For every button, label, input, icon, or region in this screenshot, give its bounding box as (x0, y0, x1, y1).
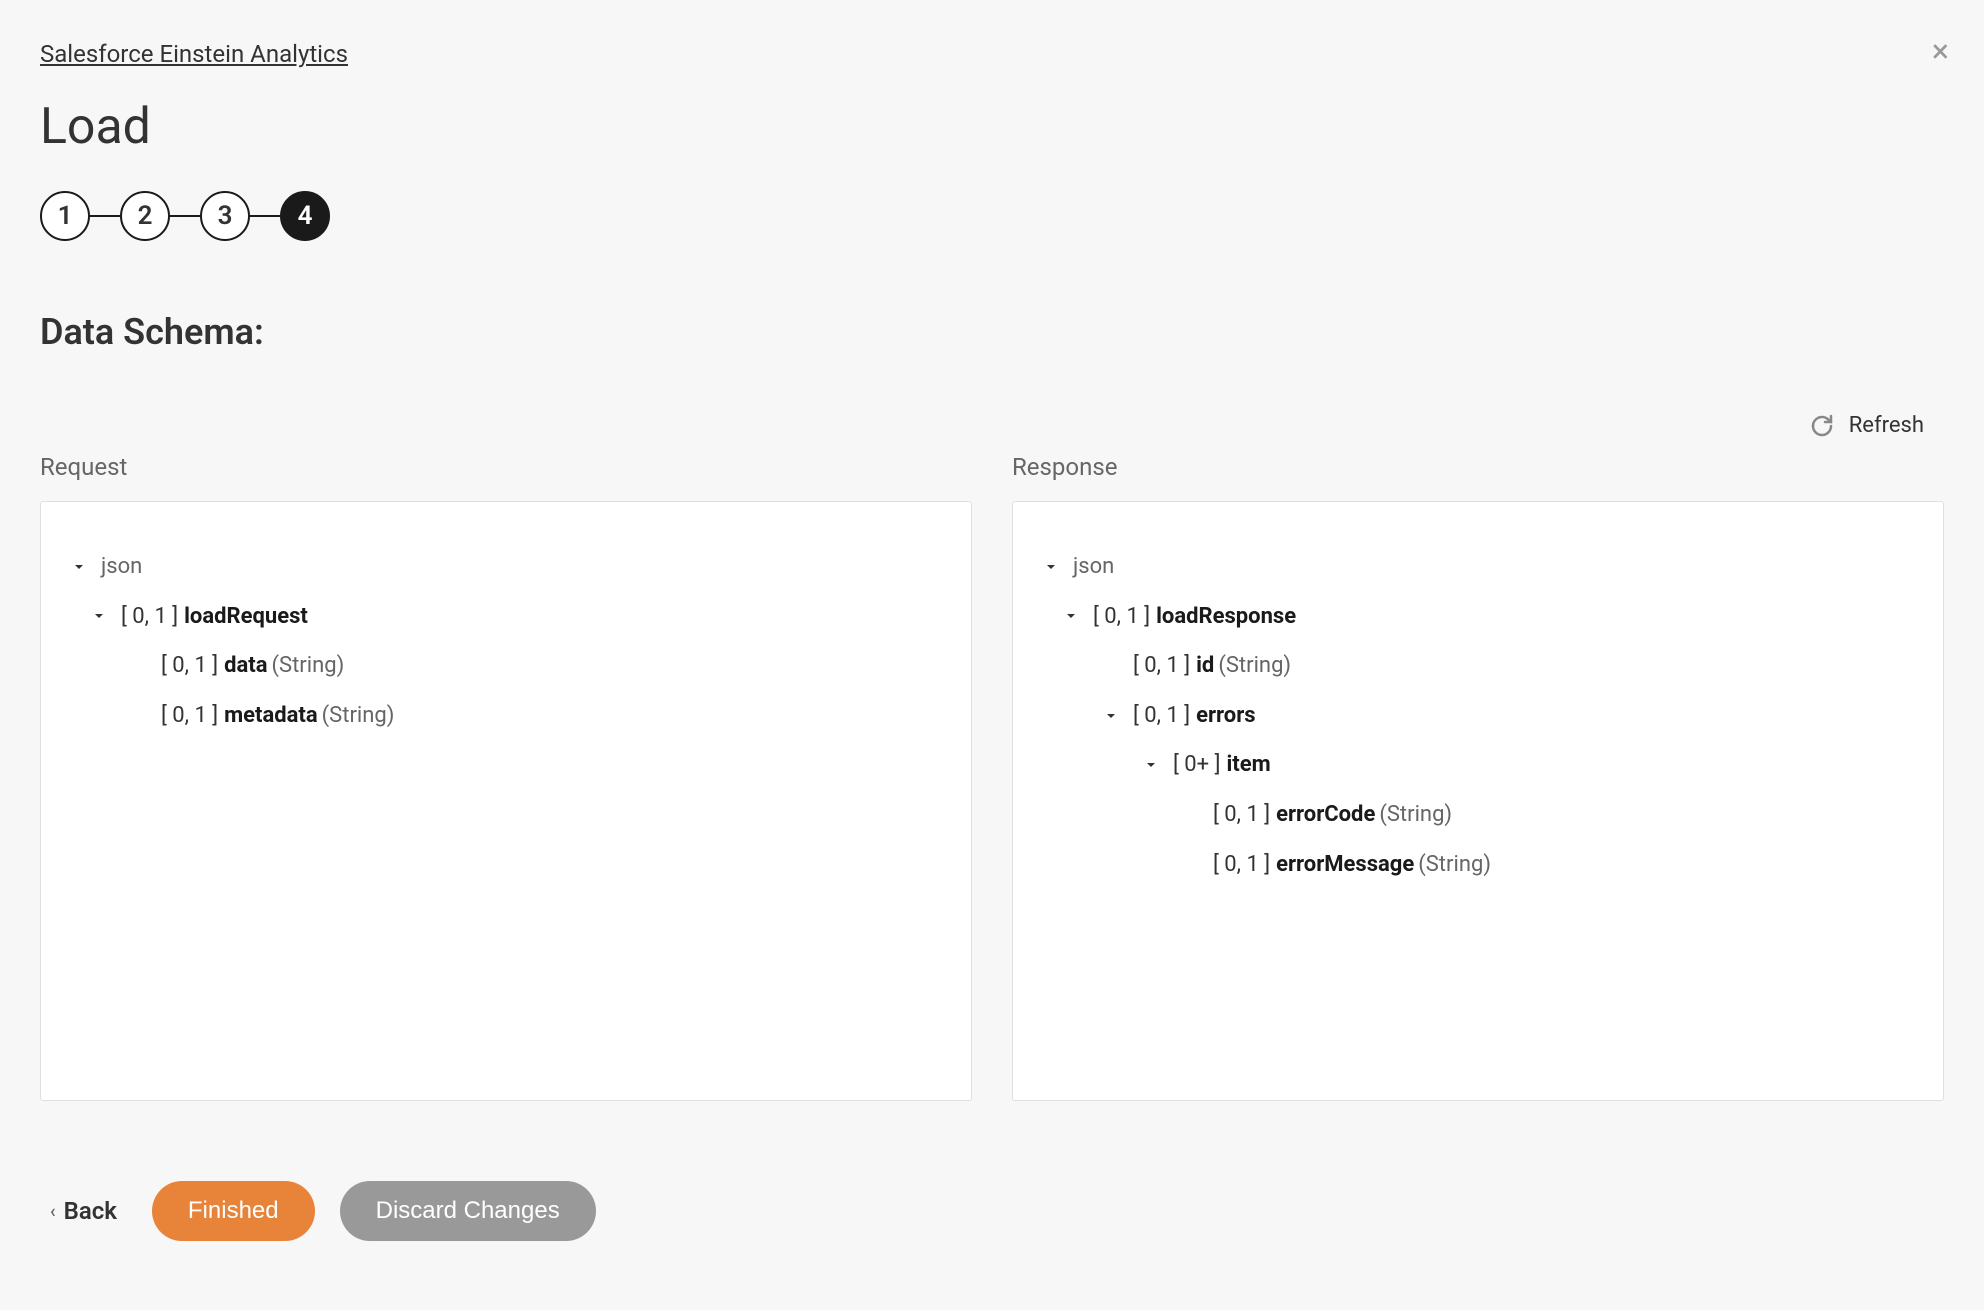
field-type: (String) (1218, 646, 1291, 686)
chevron-down-icon[interactable] (91, 608, 111, 624)
chevron-down-icon[interactable] (71, 559, 91, 575)
step-connector (250, 215, 280, 217)
breadcrumb[interactable]: Salesforce Einstein Analytics (40, 40, 348, 68)
cardinality: [ 0, 1 ] (1133, 696, 1190, 736)
tree-node: [ 0, 1 ] errorCode (String) (1043, 790, 1913, 840)
tree-node[interactable]: [ 0+ ] item (1043, 740, 1913, 790)
field-name: id (1196, 646, 1214, 686)
tree-node: [ 0, 1 ] errorMessage (String) (1043, 840, 1913, 890)
tree-root-label: json (1073, 547, 1114, 587)
page-title: Load (40, 98, 1944, 156)
refresh-label: Refresh (1849, 413, 1924, 438)
step-connector (90, 215, 120, 217)
chevron-down-icon[interactable] (1143, 757, 1163, 773)
back-button[interactable]: ‹ Back (40, 1197, 127, 1225)
chevron-down-icon[interactable] (1043, 559, 1063, 575)
field-type: (String) (1418, 845, 1491, 885)
field-name: errorCode (1276, 795, 1375, 835)
tree-root-label: json (101, 547, 142, 587)
finished-button[interactable]: Finished (152, 1181, 315, 1241)
tree-node[interactable]: [ 0, 1 ] loadResponse (1043, 592, 1913, 642)
section-title: Data Schema: (40, 311, 1944, 353)
cardinality: [ 0, 1 ] (1093, 597, 1150, 637)
stepper: 1 2 3 4 (40, 191, 1944, 241)
back-label: Back (64, 1197, 117, 1225)
cardinality: [ 0, 1 ] (161, 646, 218, 686)
cardinality: [ 0, 1 ] (1213, 845, 1270, 885)
refresh-button[interactable]: Refresh (1810, 413, 1924, 438)
step-4[interactable]: 4 (280, 191, 330, 241)
step-3[interactable]: 3 (200, 191, 250, 241)
tree-node: [ 0, 1 ] metadata (String) (71, 691, 941, 741)
field-name: errorMessage (1276, 845, 1414, 885)
step-connector (170, 215, 200, 217)
request-label: Request (40, 453, 972, 481)
tree-node: [ 0, 1 ] id (String) (1043, 641, 1913, 691)
cardinality: [ 0, 1 ] (1213, 795, 1270, 835)
discard-button[interactable]: Discard Changes (340, 1181, 596, 1241)
tree-node[interactable]: [ 0, 1 ] loadRequest (71, 592, 941, 642)
response-schema-box: json [ 0, 1 ] loadResponse[ 0, 1 ] id (S… (1012, 501, 1944, 1101)
field-type: (String) (272, 646, 345, 686)
tree-root[interactable]: json (71, 542, 941, 592)
cardinality: [ 0, 1 ] (121, 597, 178, 637)
chevron-down-icon[interactable] (1063, 608, 1083, 624)
close-icon[interactable]: × (1932, 35, 1949, 67)
cardinality: [ 0, 1 ] (1133, 646, 1190, 686)
step-1[interactable]: 1 (40, 191, 90, 241)
field-name: metadata (224, 696, 318, 736)
cardinality: [ 0, 1 ] (161, 696, 218, 736)
response-label: Response (1012, 453, 1944, 481)
field-name: data (224, 646, 267, 686)
tree-node: [ 0, 1 ] data (String) (71, 641, 941, 691)
field-type: (String) (322, 696, 395, 736)
cardinality: [ 0+ ] (1173, 745, 1220, 785)
request-schema-box: json [ 0, 1 ] loadRequest[ 0, 1 ] data (… (40, 501, 972, 1101)
field-name: item (1226, 745, 1270, 785)
chevron-down-icon[interactable] (1103, 708, 1123, 724)
step-2[interactable]: 2 (120, 191, 170, 241)
field-type: (String) (1379, 795, 1452, 835)
field-name: loadResponse (1156, 597, 1296, 637)
refresh-icon (1810, 414, 1834, 438)
tree-node[interactable]: [ 0, 1 ] errors (1043, 691, 1913, 741)
field-name: loadRequest (184, 597, 308, 637)
field-name: errors (1196, 696, 1255, 736)
tree-root[interactable]: json (1043, 542, 1913, 592)
chevron-left-icon: ‹ (50, 1201, 56, 1222)
